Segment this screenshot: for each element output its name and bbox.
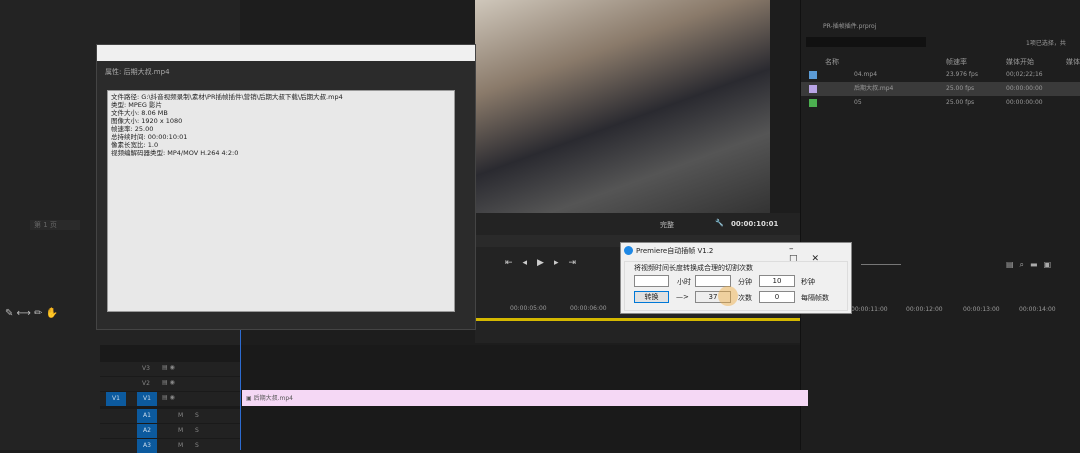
list-item[interactable]: 04.mp4 23.976 fps 00;02;22;16 (801, 68, 1080, 82)
list-item[interactable]: 05 25.00 fps 00:00:00:00 (801, 96, 1080, 110)
search-input[interactable] (806, 37, 926, 47)
per-frame-label: 每隔帧数 (801, 294, 829, 302)
second-input[interactable]: 10 (759, 275, 795, 287)
second-label: 秒钟 (801, 278, 815, 286)
project-name: PR-插帧插件.prproj (823, 23, 877, 30)
tools-icons[interactable]: ✎ ⟷ ✏ ✋ (5, 308, 58, 319)
track-v1[interactable]: V1 V1 ▤ ◉ (100, 392, 240, 406)
track-a1[interactable]: A1 M S (100, 409, 240, 423)
col-fps[interactable]: 帧速率 (946, 57, 967, 67)
prop-line: 像素长宽比: 1.0 (111, 141, 159, 149)
properties-title: 属性: 后期大叔.mp4 (105, 68, 170, 76)
timecode: 00:00:10:01 (731, 220, 779, 228)
col-media[interactable]: 媒体 (1066, 57, 1080, 67)
zoom-slider[interactable] (861, 264, 901, 265)
prop-line: 帧速率: 25.00 (111, 125, 154, 133)
work-area-bar[interactable] (475, 318, 800, 321)
selection-status: 1项已选择，共 (1026, 40, 1066, 47)
tick: 00:00:06:00 (570, 305, 607, 312)
hour-input[interactable] (634, 275, 669, 287)
track-a3[interactable]: A3 M S (100, 439, 240, 453)
prop-line: 图像大小: 1920 x 1080 (111, 117, 183, 125)
arrow-label: —> (676, 293, 689, 301)
track-v2[interactable]: V2 ▤ ◉ (100, 377, 240, 391)
hour-label: 小时 (677, 278, 691, 286)
project-panel: PR-插帧插件.prproj 1项已选择，共 名称 帧速率 媒体开始 媒体 04… (800, 0, 1080, 450)
prop-line: 文件大小: 8.06 MB (111, 109, 168, 117)
prop-line: 总持续时间: 00:00:10:01 (111, 133, 188, 141)
track-a2[interactable]: A2 M S (100, 424, 240, 438)
list-item[interactable]: 后期大叔.mp4 25.00 fps 00:00:00:00 (801, 82, 1080, 96)
properties-window: 属性: 后期大叔.mp4 文件路径: G:\抖音视频录制\素材\PR插帧插件\营… (96, 44, 476, 330)
dialog-title: Premiere自动插帧 V1.2 (636, 247, 714, 255)
tick: 00:00:14:00 (1019, 306, 1056, 313)
tick: 00:00:11:00 (851, 306, 888, 313)
playhead[interactable] (240, 330, 241, 450)
track-v3[interactable]: V3 ▤ ◉ (100, 362, 240, 376)
convert-button[interactable]: 转换 (634, 291, 669, 303)
app-icon (624, 246, 633, 255)
prop-line: 视频编解码器类型: MP4/MOV H.264 4:2:0 (111, 149, 239, 157)
col-start[interactable]: 媒体开始 (1006, 57, 1034, 67)
timeline-clip[interactable]: ▣ 后期大叔.mp4 (242, 390, 808, 406)
wrench-icon[interactable]: 🔧 (715, 219, 724, 227)
quality-select[interactable]: 完整 (660, 220, 674, 230)
dialog-heading: 将视频时间长度转换成合理的切割次数 (634, 264, 753, 272)
tick: 00:00:12:00 (906, 306, 943, 313)
window-titlebar[interactable] (97, 45, 475, 61)
panel-buttons[interactable]: ▤⌕▬▣ (1006, 260, 1057, 270)
properties-text[interactable]: 文件路径: G:\抖音视频录制\素材\PR插帧插件\营销\后期大叔下载\后期大叔… (107, 90, 455, 312)
prop-line: 文件路径: G:\抖音视频录制\素材\PR插帧插件\营销\后期大叔下载\后期大叔… (111, 93, 343, 101)
tick: 00:00:05:00 (510, 305, 547, 312)
transport-controls[interactable]: ⇤◂▶▸⇥ (505, 258, 586, 268)
times-label: 次数 (738, 294, 752, 302)
times-input[interactable]: 0 (759, 291, 795, 303)
prop-line: 类型: MPEG 影片 (111, 101, 162, 109)
premiere-frame-dialog: Premiere自动插帧 V1.2 –□✕ 将视频时间长度转换成合理的切割次数 … (620, 242, 852, 314)
cursor-highlight (718, 286, 738, 306)
program-monitor-video (475, 0, 770, 213)
tick: 00:00:13:00 (963, 306, 1000, 313)
page-select[interactable]: 第 1 页 (30, 220, 80, 230)
col-name[interactable]: 名称 (825, 57, 839, 67)
minute-label: 分钟 (738, 278, 752, 286)
